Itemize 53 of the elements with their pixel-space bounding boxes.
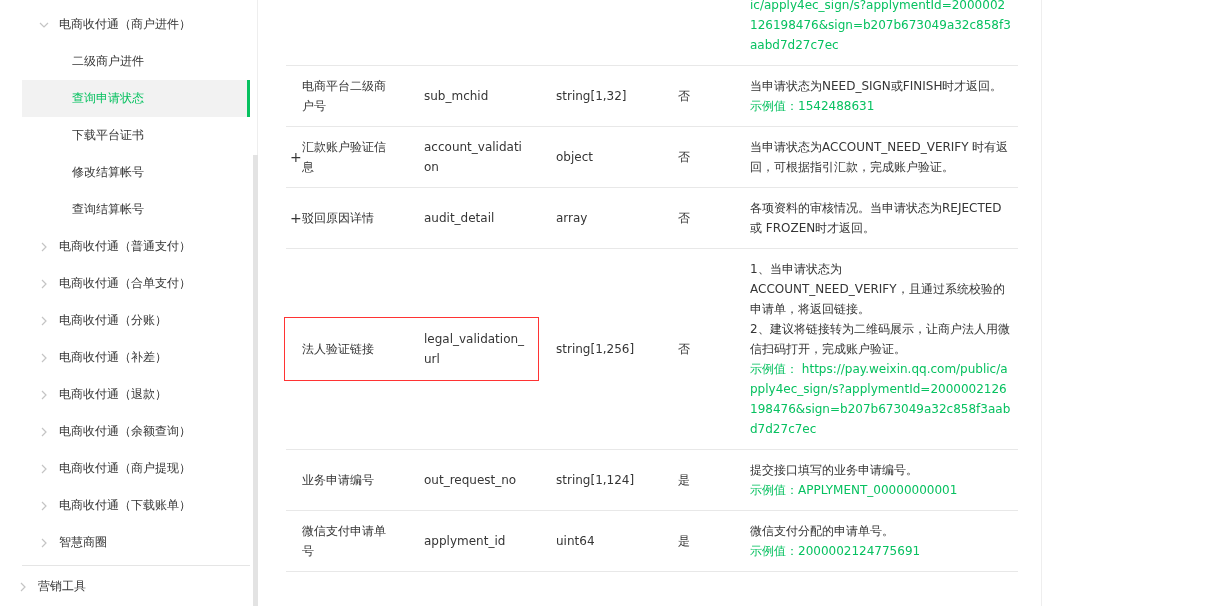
table-cell-text: 是 (678, 472, 690, 489)
table-cell-text: 否 (678, 149, 690, 166)
table-cell-text: 驳回原因详情 (302, 210, 375, 227)
description-text: 当申请状态为NEED_SIGN或FINISH时才返回。 (750, 78, 1004, 95)
table-cell-text: 微信支付申请单号 (302, 523, 387, 560)
sidebar-item[interactable]: 电商收付通（退款） (22, 376, 250, 413)
table-cell-text: sub_mchid (424, 88, 489, 105)
table-cell-text: string[1,256] (556, 341, 635, 358)
sidebar-item[interactable]: 电商收付通（商户提现） (22, 450, 250, 487)
table-cell-text: 否 (678, 341, 690, 358)
description-text: 1、当申请状态为 ACCOUNT_NEED_VERIFY，且通过系统校验的申请单，将返回链接。 2、建议将链接转为二维码展示，让商户法人用微信扫码打开，完成账户验证。 (750, 261, 1011, 358)
table-cell-text: 否 (678, 88, 690, 105)
table-cell-text: 法人验证链接 (302, 341, 375, 358)
description-text: 微信支付分配的申请单号。 (750, 523, 895, 540)
table-cell-text: 是 (678, 533, 690, 550)
sidebar-item[interactable]: 电商收付通（商户进件） (22, 6, 250, 43)
table-cell-text: object (556, 149, 593, 166)
table-cell-text: account_validati on (424, 139, 522, 176)
table-cell-text: array (556, 210, 588, 227)
expand-toggle[interactable]: + (290, 147, 302, 167)
description-text: 各项资料的审核情况。当申请状态为REJECTED或 FROZEN时才返回。 (750, 200, 1003, 237)
example-value: 示例值：1542488631 (750, 98, 876, 115)
sidebar-item[interactable]: 电商收付通（分账） (22, 302, 250, 339)
table-cell-text: out_request_no (424, 472, 517, 489)
example-value: ic/apply4ec_sign/s?applymentId=2000002126198476&sign=b207b673049a32c858f3aabd7d27c7ec (750, 0, 1012, 54)
sidebar-subitem[interactable]: 下载平台证书 (22, 117, 250, 154)
description-text: 当申请状态为ACCOUNT_NEED_VERIFY 时有返回，可根据指引汇款，完成账户验证。 (750, 139, 1010, 176)
description-text: 提交接口填写的业务申请编号。 (750, 462, 919, 479)
table-cell-text: string[1,32] (556, 88, 627, 105)
scrollbar[interactable] (253, 155, 258, 606)
example-value: 示例值：APPLYMENT_00000000001 (750, 482, 959, 499)
table-cell-text: 业务申请编号 (302, 472, 375, 489)
sidebar-item[interactable]: 电商收付通（普通支付） (22, 228, 250, 265)
table-cell-text: 汇款账户验证信息 (302, 139, 387, 176)
table-cell-text: 否 (678, 210, 690, 227)
sidebar-item[interactable]: 电商收付通（补差） (22, 339, 250, 376)
table-cell-text: applyment_id (424, 533, 506, 550)
example-value: 示例值： https://pay.weixin.qq.com/public/apply4ec_sign/s?applymentId=2000002126198476&sign=b207b673049a32c858f3aabd7d27c7ec (750, 361, 1012, 438)
sidebar-subitem[interactable]: 二级商户进件 (22, 43, 250, 80)
sidebar-item[interactable]: 智慧商圈 (22, 524, 250, 561)
table-cell-text: string[1,124] (556, 472, 635, 489)
example-value: 示例值：2000002124775691 (750, 543, 922, 560)
expand-toggle[interactable]: + (290, 208, 302, 228)
sidebar-item[interactable]: 电商收付通（余额查询） (22, 413, 250, 450)
table-cell-text: 电商平台二级商户号 (302, 78, 387, 115)
sidebar-subitem[interactable]: 修改结算帐号 (22, 154, 250, 191)
sidebar-item[interactable]: 电商收付通（下载账单） (22, 487, 250, 524)
sidebar-item[interactable]: 电商收付通（合单支付） (22, 265, 250, 302)
table-cell-text: uint64 (556, 533, 595, 550)
sidebar-subitem[interactable]: 查询结算帐号 (22, 191, 250, 228)
sidebar-item[interactable]: 营销工具 (10, 568, 250, 605)
table-cell-text: audit_detail (424, 210, 495, 227)
table-cell-text: legal_validation_ url (424, 331, 525, 368)
